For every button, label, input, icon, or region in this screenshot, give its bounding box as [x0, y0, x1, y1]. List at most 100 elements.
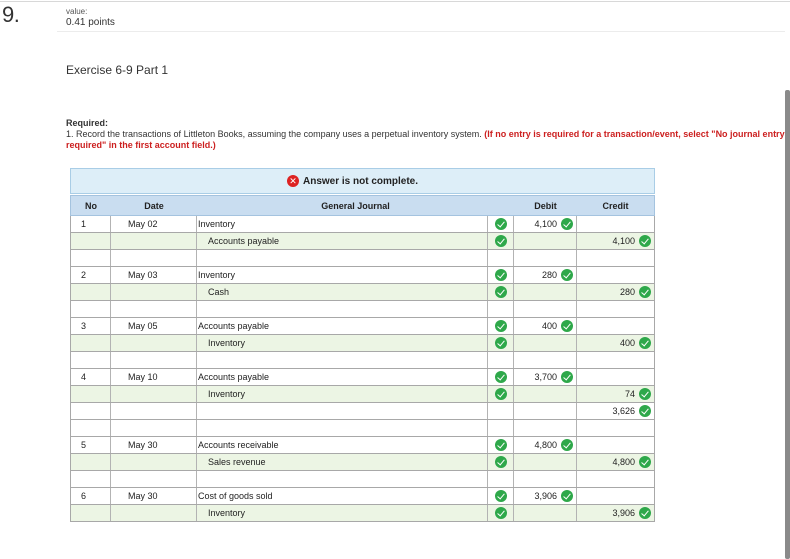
debit-cell[interactable] [514, 284, 577, 300]
header-general-journal: General Journal [321, 201, 390, 211]
value-label: value: [66, 7, 88, 16]
account-cell[interactable]: Inventory [197, 335, 488, 351]
debit-cell[interactable] [514, 335, 577, 351]
journal-row: 3 May 05 Accounts payable 400 [70, 318, 655, 335]
credit-cell[interactable]: 4,100 [577, 233, 654, 249]
entry-date-cell[interactable] [111, 403, 197, 419]
journal-body: 1 May 02 Inventory 4,100 Accounts payable 4,1… [70, 216, 655, 522]
account-cell[interactable]: Cost of goods sold [197, 488, 488, 504]
credit-cell[interactable] [577, 488, 654, 504]
account-cell[interactable]: Inventory [197, 216, 488, 232]
account-cell[interactable]: Inventory [197, 267, 488, 283]
entry-date-cell[interactable]: May 02 [111, 216, 197, 232]
status-banner-text: Answer is not complete. [303, 175, 419, 187]
debit-cell[interactable]: 400 [514, 318, 577, 334]
required-heading: Required: [66, 118, 109, 128]
debit-cell[interactable] [514, 454, 577, 470]
debit-amount: 4,800 [534, 440, 557, 450]
credit-cell[interactable]: 3,626 [577, 403, 654, 419]
entry-date-cell[interactable]: May 03 [111, 267, 197, 283]
checkmark-icon [639, 507, 651, 519]
credit-cell[interactable] [577, 437, 654, 453]
required-instructions: Required: 1. Record the transactions of … [66, 118, 790, 151]
debit-cell[interactable]: 4,800 [514, 437, 577, 453]
account-cell[interactable]: Accounts payable [197, 318, 488, 334]
checkmark-icon [495, 286, 507, 298]
empty-cell [111, 352, 197, 368]
debit-cell[interactable]: 3,906 [514, 488, 577, 504]
vertical-scrollbar[interactable] [785, 90, 790, 559]
debit-cell[interactable] [514, 505, 577, 521]
empty-cell [111, 420, 197, 436]
spacer-row [70, 420, 655, 437]
credit-cell[interactable] [577, 267, 654, 283]
journal-row: 3,626 [70, 403, 655, 420]
entry-date-cell[interactable] [111, 505, 197, 521]
checkmark-icon [639, 456, 651, 468]
account-check-cell [488, 488, 514, 504]
account-cell[interactable] [197, 403, 488, 419]
entry-date-cell[interactable] [111, 454, 197, 470]
account-cell[interactable]: Inventory [197, 386, 488, 402]
required-instruction-text: 1. Record the transactions of Littleton … [66, 129, 482, 139]
entry-number-cell: 4 [71, 369, 111, 385]
checkmark-icon [561, 371, 573, 383]
spacer-row [70, 301, 655, 318]
journal-row: Sales revenue 4,800 [70, 454, 655, 471]
empty-cell [514, 352, 577, 368]
credit-cell[interactable] [577, 216, 654, 232]
entry-number-cell: 5 [71, 437, 111, 453]
credit-cell[interactable]: 74 [577, 386, 654, 402]
credit-cell[interactable]: 400 [577, 335, 654, 351]
credit-cell[interactable] [577, 369, 654, 385]
debit-cell[interactable] [514, 403, 577, 419]
credit-amount: 74 [624, 389, 635, 399]
account-cell[interactable]: Accounts receivable [197, 437, 488, 453]
entry-number-cell: 1 [71, 216, 111, 232]
spacer-row [70, 250, 655, 267]
account-cell[interactable]: Inventory [197, 505, 488, 521]
debit-cell[interactable]: 280 [514, 267, 577, 283]
account-cell[interactable]: Accounts payable [197, 233, 488, 249]
entry-number-cell: 3 [71, 318, 111, 334]
credit-cell[interactable] [577, 318, 654, 334]
entry-date-cell[interactable]: May 30 [111, 488, 197, 504]
entry-date-cell[interactable]: May 05 [111, 318, 197, 334]
entry-date-cell[interactable] [111, 386, 197, 402]
checkmark-icon [639, 337, 651, 349]
entry-date-cell[interactable] [111, 233, 197, 249]
debit-cell[interactable]: 3,700 [514, 369, 577, 385]
credit-cell[interactable]: 3,906 [577, 505, 654, 521]
checkmark-icon [561, 218, 573, 230]
empty-cell [488, 250, 514, 266]
account-check-cell [488, 216, 514, 232]
entry-number-cell [71, 454, 111, 470]
account-name: Accounts payable [198, 372, 270, 382]
checkmark-icon [561, 269, 573, 281]
entry-date-cell[interactable]: May 30 [111, 437, 197, 453]
entry-number-cell: 6 [71, 488, 111, 504]
entry-number-cell [71, 284, 111, 300]
checkmark-icon [495, 269, 507, 281]
checkmark-icon [495, 235, 507, 247]
debit-cell[interactable] [514, 386, 577, 402]
debit-cell[interactable] [514, 233, 577, 249]
account-check-cell [488, 267, 514, 283]
debit-cell[interactable]: 4,100 [514, 216, 577, 232]
journal-row: 4 May 10 Accounts payable 3,700 [70, 369, 655, 386]
entry-date-cell[interactable]: May 10 [111, 369, 197, 385]
empty-cell [514, 420, 577, 436]
account-name: Inventory [208, 508, 246, 518]
account-name: Inventory [198, 270, 236, 280]
credit-cell[interactable]: 280 [577, 284, 654, 300]
account-cell[interactable]: Cash [197, 284, 488, 300]
account-cell[interactable]: Sales revenue [197, 454, 488, 470]
empty-cell [488, 301, 514, 317]
entry-date-cell[interactable] [111, 335, 197, 351]
account-check-cell [488, 284, 514, 300]
header-debit: Debit [534, 201, 557, 211]
checkmark-icon [495, 439, 507, 451]
account-cell[interactable]: Accounts payable [197, 369, 488, 385]
credit-cell[interactable]: 4,800 [577, 454, 654, 470]
entry-date-cell[interactable] [111, 284, 197, 300]
